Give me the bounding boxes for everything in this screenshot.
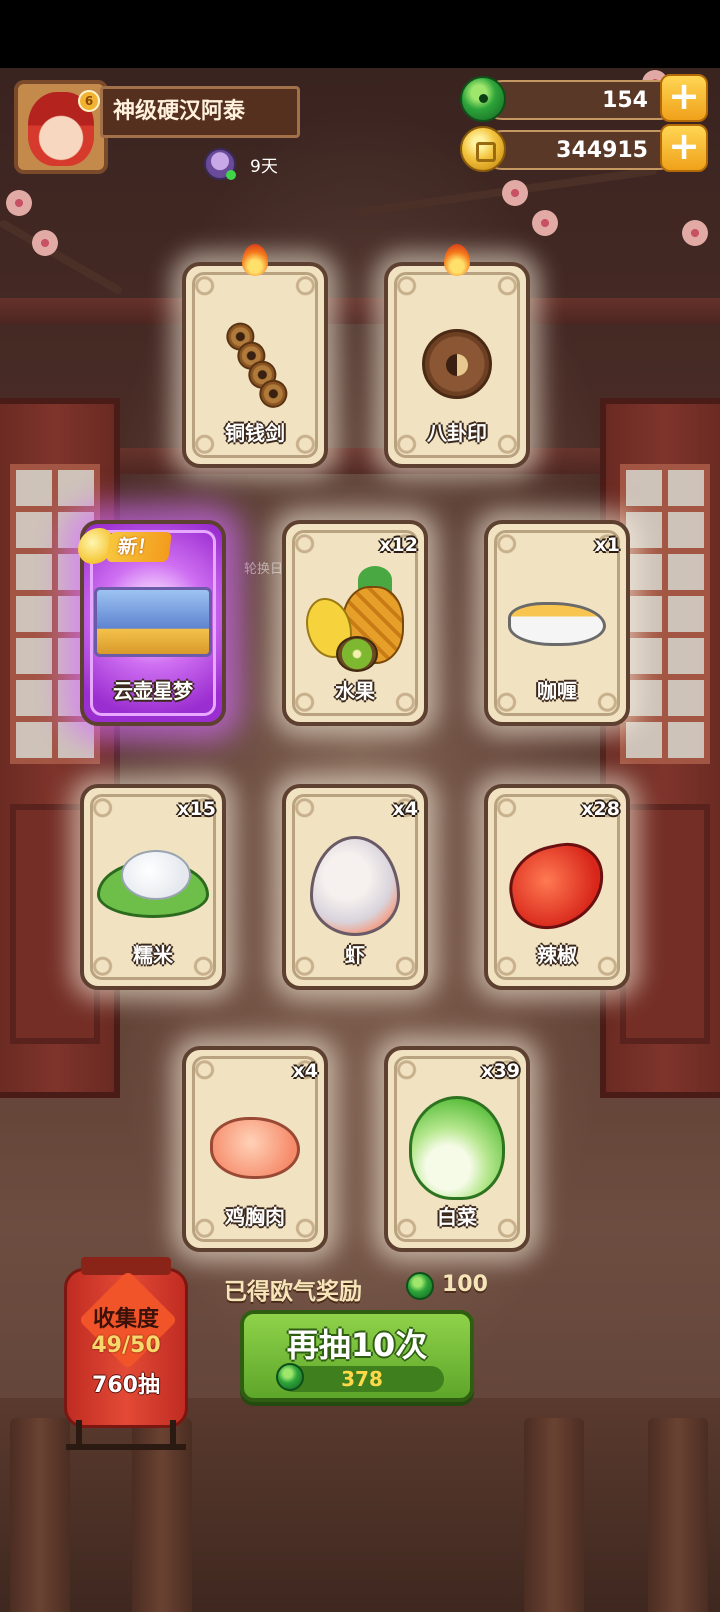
luck-reward-value: 100: [442, 1272, 488, 1297]
card-label: 辣椒: [537, 943, 577, 967]
draw-cost: 378: [276, 1363, 444, 1392]
jade-currency-bar: 154: [460, 76, 680, 122]
card-count: x28: [581, 798, 620, 820]
gold-currency-bar: 344915: [460, 126, 680, 172]
lantern-stand: [66, 1420, 186, 1450]
draw-again-label: 再抽10次: [286, 1326, 428, 1364]
luck-reward-label: 已得欧气奖励: [224, 1279, 362, 1305]
jade-amount: 154: [602, 88, 648, 113]
fruit-icon: [300, 566, 410, 672]
plum-branch: [0, 218, 124, 296]
avatar-level-badge: 6: [78, 90, 100, 112]
copper-coin-sword-icon: [220, 317, 293, 413]
card-label: 云壶星梦: [113, 679, 193, 703]
lattice-door-left: [0, 398, 120, 1098]
card-count: x39: [481, 1060, 520, 1082]
curry-icon: [502, 592, 612, 652]
collection-lantern[interactable]: 收集度 49/50 760抽: [64, 1257, 188, 1428]
plum-blossom: [500, 178, 530, 208]
collection-draws: 760抽: [92, 1373, 160, 1398]
chili-icon: [501, 835, 613, 937]
new-badge-label: 新！: [105, 532, 173, 562]
shrimp-icon: [310, 836, 400, 936]
railing-post: [10, 1418, 70, 1612]
reward-card[interactable]: x4 鸡胸肉: [182, 1046, 328, 1252]
lattice-door-right: [600, 398, 720, 1098]
days-text: 9天: [250, 157, 278, 177]
new-badge: 新！: [78, 526, 174, 568]
reward-card[interactable]: x4 虾: [282, 784, 428, 990]
status-bar: [0, 0, 720, 68]
collection-title: 收集度: [92, 1307, 159, 1332]
collection-progress: 49/50: [91, 1333, 161, 1358]
draw-again-button[interactable]: 再抽10次 378: [240, 1310, 474, 1402]
railing-post: [524, 1418, 584, 1612]
plum-blossom: [530, 208, 560, 238]
card-count: x1: [594, 534, 620, 556]
plum-blossom: [680, 218, 710, 248]
chicken-breast-icon: [210, 1117, 300, 1179]
draw-cost-value: 378: [341, 1367, 383, 1391]
bagua-seal-icon: [422, 329, 492, 399]
card-label: 糯米: [133, 943, 173, 967]
player-name: 神级硬汉阿泰: [100, 86, 300, 138]
card-label: 咖喱: [537, 679, 577, 703]
cabbage-icon: [409, 1096, 505, 1200]
jade-icon: [460, 76, 506, 122]
card-label: 水果: [335, 679, 375, 703]
flame-icon: [444, 244, 470, 276]
card-label: 八卦印: [427, 421, 487, 445]
add-jade-button[interactable]: +: [660, 74, 708, 122]
reward-card[interactable]: 八卦印: [384, 244, 530, 468]
gold-amount: 344915: [556, 138, 648, 163]
reward-card[interactable]: x12 水果: [282, 520, 428, 726]
luck-reward: 已得欧气奖励 100: [224, 1270, 504, 1306]
card-count: x15: [177, 798, 216, 820]
plum-blossom: [4, 188, 34, 218]
plum-blossom: [30, 228, 60, 258]
scene-illustration: [94, 587, 212, 657]
reward-card[interactable]: x15 糯米: [80, 784, 226, 990]
card-label: 白菜: [437, 1205, 477, 1229]
reward-card[interactable]: 铜钱剑: [182, 244, 328, 468]
reward-card[interactable]: x28 辣椒: [484, 784, 630, 990]
card-label: 虾: [345, 943, 365, 967]
gold-coin-icon: [460, 126, 506, 172]
calendar-character-icon: [204, 148, 236, 180]
player-avatar[interactable]: 6: [14, 80, 108, 174]
card-count: x12: [379, 534, 418, 556]
reward-card[interactable]: x39 白菜: [384, 1046, 530, 1252]
jade-icon: [406, 1272, 434, 1300]
sticky-rice-icon: [97, 850, 209, 922]
add-gold-button[interactable]: +: [660, 124, 708, 172]
card-count: x4: [392, 798, 418, 820]
reward-card[interactable]: x1 咖喱: [484, 520, 630, 726]
roof-beam: [0, 298, 720, 324]
card-label: 铜钱剑: [225, 421, 285, 445]
railing-post: [648, 1418, 708, 1612]
card-label: 鸡胸肉: [225, 1205, 285, 1229]
card-count: x4: [292, 1060, 318, 1082]
flame-icon: [242, 244, 268, 276]
